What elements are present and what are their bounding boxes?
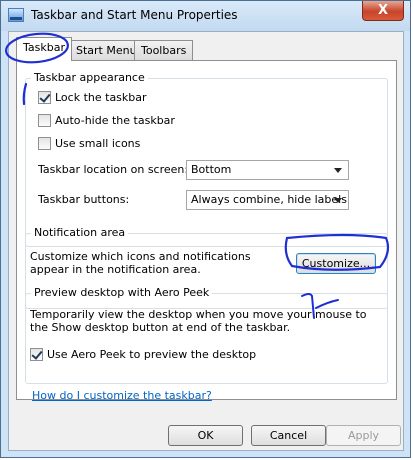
aero-peek-description: Temporarily view the desktop when you mo… <box>30 308 367 334</box>
taskbar-buttons-value: Always combine, hide labels <box>191 193 347 206</box>
location-select[interactable]: Bottom <box>186 160 349 180</box>
group-aero-peek: Preview desktop with Aero Peek Temporari… <box>25 286 388 384</box>
close-button[interactable]: X <box>362 1 404 21</box>
help-link[interactable]: How do I customize the taskbar? <box>32 389 212 402</box>
group-taskbar-appearance: Taskbar appearance Lock the taskbar Auto… <box>25 71 388 247</box>
autohide-checkbox[interactable] <box>38 114 51 127</box>
ok-button[interactable]: OK <box>168 425 243 446</box>
window-title: Taskbar and Start Menu Properties <box>31 8 238 22</box>
group-title-aero-peek: Preview desktop with Aero Peek <box>31 286 213 299</box>
taskbar-app-icon <box>8 8 24 22</box>
location-label: Taskbar location on screen: <box>38 163 189 176</box>
location-value: Bottom <box>191 163 232 176</box>
aero-peek-label: Use Aero Peek to preview the desktop <box>47 348 257 361</box>
cancel-button[interactable]: Cancel <box>251 425 326 446</box>
lock-taskbar-checkbox[interactable] <box>38 91 51 104</box>
tab-panel-taskbar: Taskbar appearance Lock the taskbar Auto… <box>16 60 397 402</box>
taskbar-buttons-select[interactable]: Always combine, hide labels <box>186 190 349 210</box>
tab-start-menu[interactable]: Start Menu <box>69 40 144 60</box>
lock-taskbar-label: Lock the taskbar <box>55 91 147 104</box>
small-icons-label: Use small icons <box>55 137 141 150</box>
notification-description: Customize which icons and notifications … <box>30 250 251 276</box>
autohide-label: Auto-hide the taskbar <box>55 114 175 127</box>
tab-toolbars[interactable]: Toolbars <box>134 40 194 60</box>
group-title-notification: Notification area <box>31 226 129 239</box>
aero-peek-row[interactable]: Use Aero Peek to preview the desktop <box>30 348 256 361</box>
title-bar[interactable]: Taskbar and Start Menu Properties X <box>1 1 410 31</box>
properties-window: Taskbar and Start Menu Properties X Task… <box>0 0 411 458</box>
chevron-down-icon <box>334 168 342 173</box>
tab-taskbar[interactable]: Taskbar <box>16 37 72 61</box>
small-icons-row[interactable]: Use small icons <box>38 137 140 150</box>
lock-taskbar-row[interactable]: Lock the taskbar <box>38 91 147 104</box>
taskbar-buttons-label: Taskbar buttons: <box>38 193 130 206</box>
group-title-appearance: Taskbar appearance <box>31 71 148 84</box>
chevron-down-icon <box>334 198 342 203</box>
apply-button[interactable]: Apply <box>326 425 401 446</box>
aero-peek-checkbox[interactable] <box>30 348 43 361</box>
autohide-row[interactable]: Auto-hide the taskbar <box>38 114 175 127</box>
small-icons-checkbox[interactable] <box>38 137 51 150</box>
customize-button[interactable]: Customize... <box>296 253 376 274</box>
dialog-client-area: Taskbar Start Menu Toolbars Taskbar appe… <box>8 31 404 451</box>
